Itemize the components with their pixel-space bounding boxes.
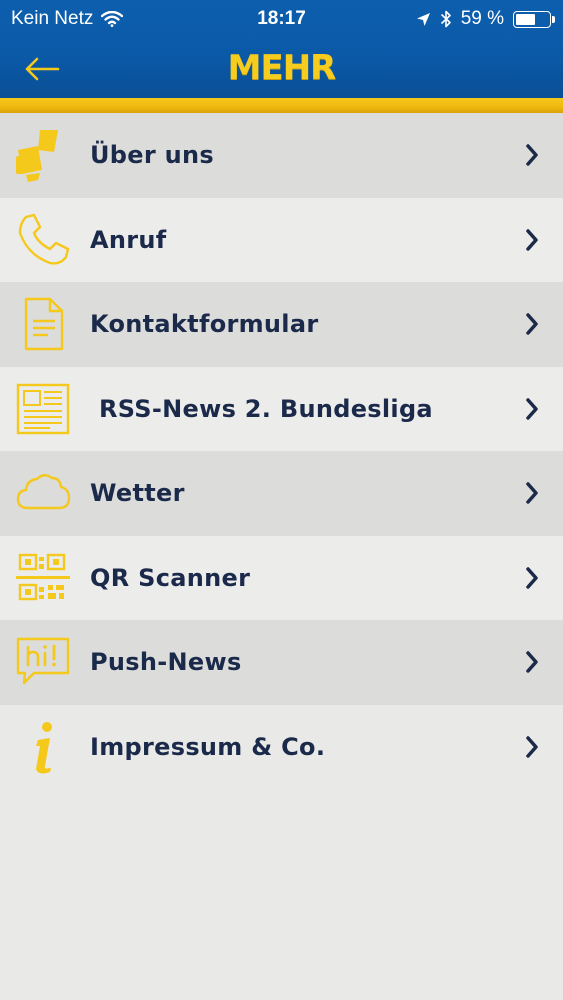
menu-item-label: Push-News — [90, 648, 242, 677]
menu-item-kontaktformular[interactable]: Kontaktformular — [0, 282, 563, 367]
qr-code-icon — [14, 549, 72, 607]
status-right: 59 % — [416, 8, 555, 30]
header: Kein Netz 18:17 59 % MEHR — [0, 0, 563, 98]
info-icon — [14, 718, 72, 776]
status-bar: Kein Netz 18:17 59 % — [0, 0, 563, 38]
chevron-right-icon — [526, 482, 538, 504]
chevron-right-icon — [526, 651, 538, 673]
newspaper-icon — [14, 380, 72, 438]
menu-item-impressum[interactable]: Impressum & Co. — [0, 705, 563, 790]
chevron-right-icon — [526, 313, 538, 335]
menu-item-label: Anruf — [90, 225, 167, 254]
menu-item-label: Impressum & Co. — [90, 732, 326, 761]
cloud-icon — [14, 464, 72, 522]
menu-item-label: Wetter — [90, 479, 185, 508]
menu-item-rss-news[interactable]: RSS-News 2. Bundesliga — [0, 366, 563, 451]
battery-level — [516, 13, 535, 25]
bluetooth-icon — [440, 10, 451, 28]
menu-item-qr-scanner[interactable]: QR Scanner — [0, 535, 563, 620]
phone-icon — [14, 211, 72, 269]
megaphone-icon — [14, 126, 72, 184]
battery-icon — [513, 10, 555, 28]
menu-item-push-news[interactable]: Push-News — [0, 620, 563, 705]
chevron-right-icon — [526, 736, 538, 758]
chevron-right-icon — [526, 144, 538, 166]
menu-item-anruf[interactable]: Anruf — [0, 197, 563, 282]
menu-item-label: Über uns — [90, 141, 214, 170]
accent-bar — [0, 98, 563, 113]
menu-item-label: QR Scanner — [90, 563, 251, 592]
chevron-right-icon — [526, 229, 538, 251]
menu-item-ueber-uns[interactable]: Über uns — [0, 113, 563, 198]
menu-item-wetter[interactable]: Wetter — [0, 451, 563, 536]
location-arrow-icon — [416, 12, 430, 26]
document-icon — [14, 295, 72, 353]
chevron-right-icon — [526, 567, 538, 589]
nav-bar: MEHR — [0, 40, 563, 98]
speech-bubble-icon — [14, 633, 72, 691]
menu-item-label: RSS-News 2. Bundesliga — [99, 394, 433, 423]
chevron-right-icon — [526, 398, 538, 420]
page-title: MEHR — [227, 48, 337, 88]
menu-item-label: Kontaktformular — [90, 310, 319, 339]
battery-percent: 59 % — [460, 8, 504, 29]
menu-list: Über uns Anruf Kontaktformular RSS-News … — [0, 113, 563, 789]
